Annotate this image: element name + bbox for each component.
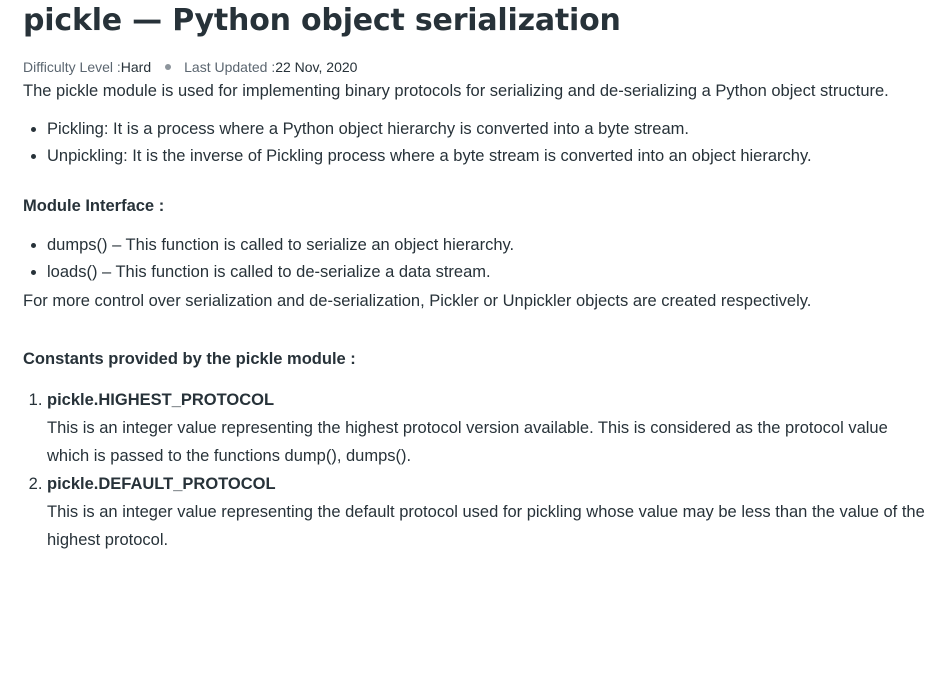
difficulty-label: Difficulty Level : bbox=[23, 59, 121, 75]
separator-dot-icon bbox=[165, 64, 172, 70]
updated-value: 22 Nov, 2020 bbox=[275, 59, 358, 75]
list-item: Unpickling: It is the inverse of Picklin… bbox=[47, 143, 928, 170]
constants-list: pickle.HIGHEST_PROTOCOL This is an integ… bbox=[23, 386, 928, 554]
article: pickle — Python object serialization Dif… bbox=[23, 0, 928, 554]
module-interface-heading: Module Interface : bbox=[23, 197, 165, 215]
constant-description: This is an integer value representing th… bbox=[47, 503, 925, 549]
module-interface-list: dumps() – This function is called to ser… bbox=[23, 232, 928, 286]
difficulty-value[interactable]: Hard bbox=[121, 58, 151, 76]
page-title: pickle — Python object serialization bbox=[23, 3, 621, 38]
list-item: pickle.DEFAULT_PROTOCOL This is an integ… bbox=[47, 470, 928, 554]
updated-label: Last Updated : bbox=[184, 59, 276, 75]
list-item: loads() – This function is called to de-… bbox=[47, 259, 928, 286]
constants-heading: Constants provided by the pickle module … bbox=[23, 350, 356, 368]
constant-description: This is an integer value representing th… bbox=[47, 419, 888, 465]
constant-name: pickle.HIGHEST_PROTOCOL bbox=[47, 391, 275, 409]
control-note-paragraph: For more control over serialization and … bbox=[23, 292, 812, 310]
intro-bullet-list: Pickling: It is a process where a Python… bbox=[23, 116, 928, 170]
list-item: Pickling: It is a process where a Python… bbox=[47, 116, 928, 143]
constant-name: pickle.DEFAULT_PROTOCOL bbox=[47, 475, 276, 493]
intro-paragraph: The pickle module is used for implementi… bbox=[23, 82, 889, 100]
list-item: dumps() – This function is called to ser… bbox=[47, 232, 928, 259]
list-item: pickle.HIGHEST_PROTOCOL This is an integ… bbox=[47, 386, 928, 470]
article-meta: Difficulty Level : Hard Last Updated : 2… bbox=[23, 58, 928, 76]
